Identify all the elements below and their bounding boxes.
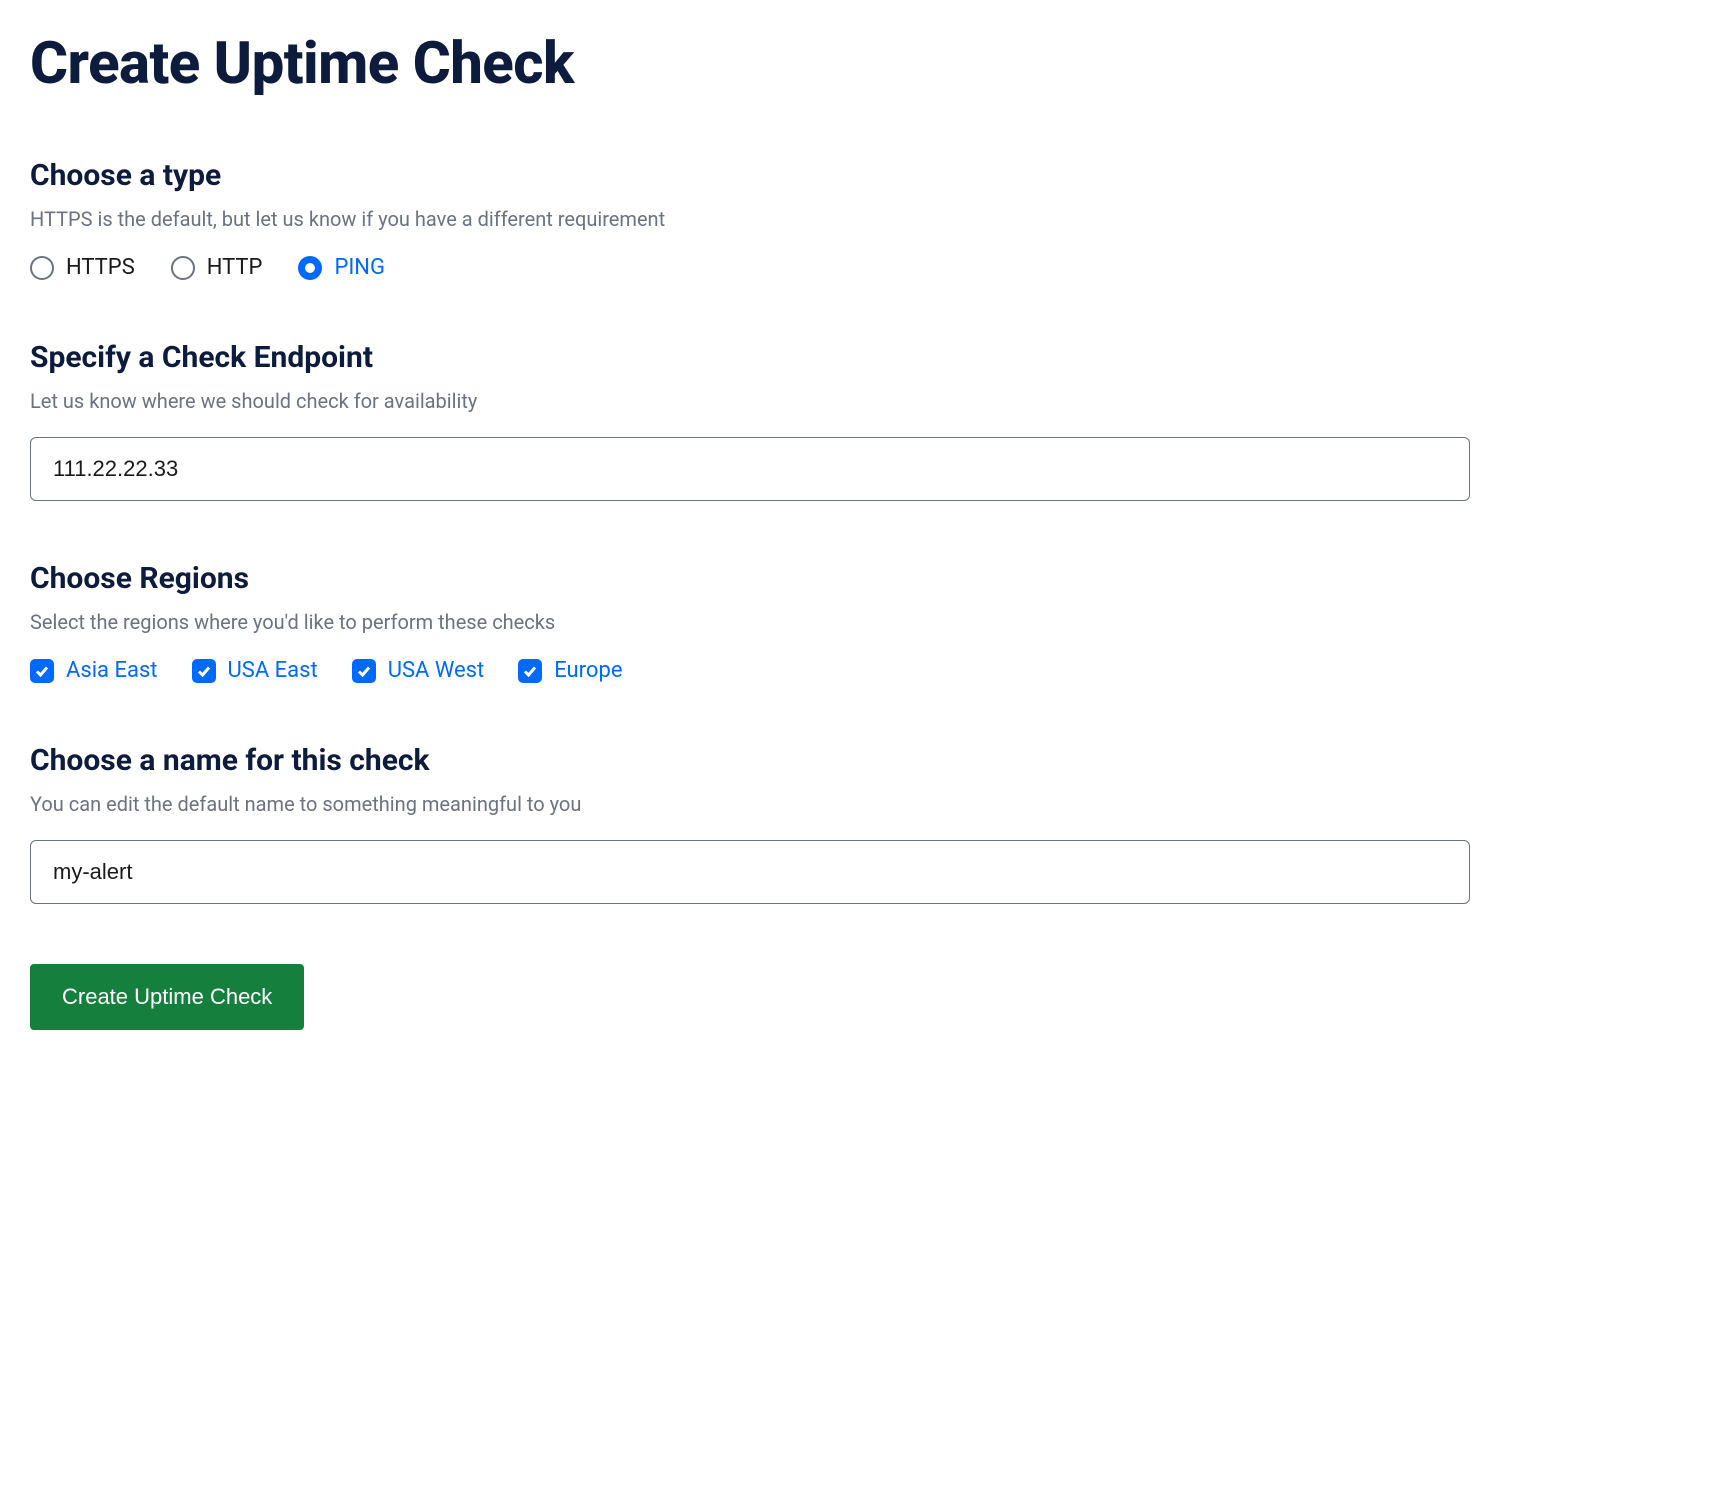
type-option-label: HTTPS [66, 255, 135, 280]
regions-section: Choose Regions Select the regions where … [30, 561, 1692, 683]
region-option-label: Asia East [66, 658, 158, 683]
checkbox-icon-checked [352, 659, 376, 683]
region-option-label: USA West [388, 658, 485, 683]
endpoint-section: Specify a Check Endpoint Let us know whe… [30, 340, 1692, 501]
name-heading: Choose a name for this check [30, 743, 1692, 778]
type-heading: Choose a type [30, 158, 1692, 193]
radio-icon [171, 256, 195, 280]
submit-section: Create Uptime Check [30, 964, 1692, 1030]
type-option-label: HTTP [207, 255, 263, 280]
name-subtext: You can edit the default name to somethi… [30, 792, 1692, 816]
type-option-http[interactable]: HTTP [171, 255, 263, 280]
name-input[interactable] [30, 840, 1470, 904]
checkbox-icon-checked [192, 659, 216, 683]
regions-heading: Choose Regions [30, 561, 1692, 596]
region-option-asia-east[interactable]: Asia East [30, 658, 158, 683]
type-subtext: HTTPS is the default, but let us know if… [30, 207, 1692, 231]
type-radio-group: HTTPS HTTP PING [30, 255, 1692, 280]
name-section: Choose a name for this check You can edi… [30, 743, 1692, 904]
page-title: Create Uptime Check [30, 30, 1692, 98]
type-option-https[interactable]: HTTPS [30, 255, 135, 280]
radio-icon-selected [298, 256, 322, 280]
regions-checkbox-group: Asia East USA East USA West Europe [30, 658, 1692, 683]
checkbox-icon-checked [30, 659, 54, 683]
create-uptime-check-button[interactable]: Create Uptime Check [30, 964, 304, 1030]
checkbox-icon-checked [518, 659, 542, 683]
regions-subtext: Select the regions where you'd like to p… [30, 610, 1692, 634]
radio-icon [30, 256, 54, 280]
type-option-ping[interactable]: PING [298, 255, 385, 280]
endpoint-input[interactable] [30, 437, 1470, 501]
region-option-label: USA East [228, 658, 318, 683]
region-option-usa-west[interactable]: USA West [352, 658, 485, 683]
region-option-label: Europe [554, 658, 622, 683]
endpoint-heading: Specify a Check Endpoint [30, 340, 1692, 375]
endpoint-subtext: Let us know where we should check for av… [30, 389, 1692, 413]
region-option-europe[interactable]: Europe [518, 658, 622, 683]
region-option-usa-east[interactable]: USA East [192, 658, 318, 683]
type-section: Choose a type HTTPS is the default, but … [30, 158, 1692, 280]
type-option-label: PING [334, 255, 385, 280]
